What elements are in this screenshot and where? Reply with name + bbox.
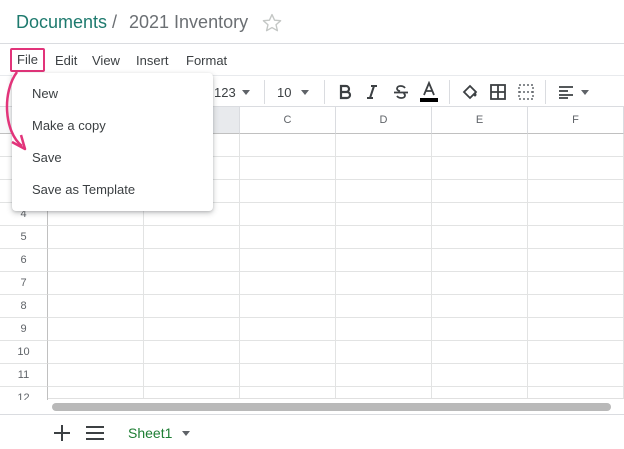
breadcrumb-separator: / [112,12,118,32]
file-menu-make-a-copy[interactable]: Make a copy [32,116,106,136]
grid-line [335,134,336,400]
grid-line [48,386,624,387]
font-size-value: 10 [277,84,292,100]
font-size-dropdown[interactable]: 10 [277,83,310,101]
toolbar-divider [545,80,546,104]
grid-line [527,134,528,400]
menu-view[interactable]: View [87,51,125,73]
menu-format[interactable]: Format [181,51,232,73]
align-left-icon [559,86,573,99]
row-header[interactable]: 9 [0,318,48,341]
document-title[interactable]: 2021 Inventory [129,12,248,33]
toolbar-divider [449,80,450,104]
chevron-down-icon [241,89,250,95]
sheet-tab-sheet1[interactable]: Sheet1 [120,421,198,445]
menu-insert[interactable]: Insert [131,51,174,73]
grid-line [48,363,624,364]
sheet-tab-label: Sheet1 [128,425,173,441]
column-header-f[interactable]: F [528,107,624,134]
bold-icon[interactable] [337,83,353,101]
grid-line [48,294,624,295]
row-header[interactable]: 5 [0,226,48,249]
file-menu-new[interactable]: New [32,84,58,104]
toolbar-divider [264,80,265,104]
row-header[interactable]: 10 [0,341,48,364]
grid-line [48,225,624,226]
row-header[interactable]: 11 [0,364,48,387]
menu-edit[interactable]: Edit [50,51,82,73]
all-sheets-menu-icon[interactable] [85,424,105,442]
file-menu-save[interactable]: Save [32,148,62,168]
strikethrough-icon[interactable] [392,83,410,101]
breadcrumb-documents[interactable]: Documents [16,12,107,33]
menu-bar: File Edit View Insert Format [0,45,624,75]
column-header-e[interactable]: E [432,107,528,134]
merge-cells-icon[interactable] [517,83,535,101]
text-color-icon[interactable] [420,81,438,103]
grid-line [48,340,624,341]
title-bar: Documents / 2021 Inventory [0,0,624,44]
horizontal-align-dropdown[interactable] [558,83,589,101]
toolbar-divider [324,80,325,104]
file-menu-dropdown: New Make a copy Save Save as Template [12,73,213,211]
row-header[interactable]: 7 [0,272,48,295]
add-sheet-icon[interactable] [52,423,72,443]
grid-line [48,271,624,272]
row-header[interactable]: 6 [0,249,48,272]
column-header-c[interactable]: C [240,107,336,134]
grid-line [239,134,240,400]
row-header[interactable]: 12 [0,387,48,400]
borders-icon[interactable] [489,83,507,101]
sheet-bar: Sheet1 [0,414,624,449]
italic-icon[interactable] [364,83,380,101]
horizontal-scrollbar-thumb[interactable] [52,403,611,411]
row-header[interactable]: 8 [0,295,48,318]
number-format-label: 123 [214,84,236,100]
menu-file[interactable]: File [10,48,45,72]
chevron-down-icon [581,89,589,95]
grid-line [48,317,624,318]
fill-color-icon[interactable] [461,83,479,101]
column-header-d[interactable]: D [336,107,432,134]
file-menu-save-as-template[interactable]: Save as Template [32,180,135,200]
grid-line [48,248,624,249]
chevron-down-icon [182,430,191,436]
chevron-down-icon [301,89,310,95]
number-format-dropdown[interactable]: 123 [214,83,250,101]
grid-line [431,134,432,400]
star-icon[interactable] [261,12,283,34]
